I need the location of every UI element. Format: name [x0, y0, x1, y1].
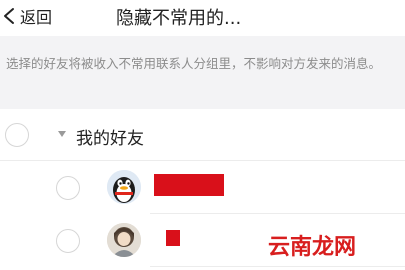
back-button[interactable]: 返回	[2, 2, 52, 30]
notice-text: 选择的好友将被收入不常用联系人分组里，不影响对方发来的消息。	[6, 56, 382, 71]
navigation-bar: 返回 隐藏不常用的...	[0, 0, 405, 36]
friend-select-radio[interactable]	[56, 229, 80, 253]
avatar	[107, 170, 141, 204]
group-select-radio[interactable]	[5, 123, 29, 147]
redacted-friend-name	[154, 174, 224, 196]
avatar	[107, 223, 141, 257]
row-divider	[150, 213, 405, 214]
friend-select-radio[interactable]	[56, 176, 80, 200]
chevron-left-icon	[4, 8, 14, 24]
notice-banner: 选择的好友将被收入不常用联系人分组里，不影响对方发来的消息。	[0, 36, 405, 109]
watermark: 云南龙网	[268, 235, 357, 260]
row-divider	[150, 266, 405, 267]
page-title: 隐藏不常用的...	[116, 8, 242, 29]
person-avatar-icon	[107, 223, 141, 257]
redacted-friend-name	[166, 230, 180, 246]
penguin-avatar-icon	[107, 170, 141, 204]
back-button-label: 返回	[20, 8, 53, 27]
group-label[interactable]: 我的好友	[76, 124, 144, 149]
group-divider	[0, 160, 405, 161]
caret-down-icon[interactable]	[58, 131, 66, 137]
